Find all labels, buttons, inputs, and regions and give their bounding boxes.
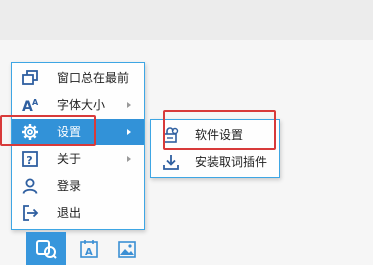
image-icon: [118, 240, 136, 258]
submenu-item-label: 软件设置: [195, 128, 244, 142]
chevron-right-icon: [127, 129, 131, 135]
submenu-item-software-settings[interactable]: 软件设置: [151, 122, 279, 148]
help-icon: ?: [21, 150, 39, 168]
menu-item-always-on-top[interactable]: 窗口总在最前: [12, 65, 144, 91]
menu-item-label: 设置: [57, 125, 82, 139]
menu-item-label: 窗口总在最前: [57, 71, 130, 85]
chevron-right-icon: [127, 156, 131, 162]
menu-item-font-size[interactable]: A A 字体大小: [12, 92, 144, 118]
menu-item-label: 退出: [57, 206, 82, 220]
gear-icon: [21, 123, 39, 141]
window-stack-icon: [21, 69, 39, 87]
context-menu: 窗口总在最前 A A 字体大小 设置 ? 关于 登录 退出: [11, 62, 145, 230]
menu-item-label: 字体大小: [57, 98, 106, 112]
background-strip: [0, 0, 373, 40]
dictionary-button[interactable]: [26, 232, 66, 265]
chevron-right-icon: [127, 102, 131, 108]
menu-item-about[interactable]: ? 关于: [12, 146, 144, 172]
menu-item-label: 关于: [57, 152, 82, 166]
bottom-toolbar: A: [0, 232, 373, 265]
menu-item-exit[interactable]: 退出: [12, 200, 144, 226]
text-icon: A: [80, 239, 98, 258]
settings-submenu: 软件设置 安装取词插件: [150, 119, 280, 178]
text-translate-button[interactable]: A: [69, 232, 109, 265]
menu-item-settings[interactable]: 设置: [12, 119, 144, 145]
submenu-item-label: 安装取词插件: [195, 155, 268, 169]
font-size-icon: A A: [21, 96, 39, 114]
image-translate-button[interactable]: [107, 232, 147, 265]
svg-text:?: ?: [26, 154, 32, 167]
svg-text:A: A: [32, 98, 39, 107]
user-icon: [21, 177, 39, 195]
download-icon: [162, 153, 180, 171]
menu-item-label: 登录: [57, 179, 82, 193]
submenu-item-install-plugin[interactable]: 安装取词插件: [151, 149, 279, 175]
menu-item-login[interactable]: 登录: [12, 173, 144, 199]
exit-icon: [21, 204, 39, 222]
settings-tool-icon: [162, 126, 180, 144]
svg-text:A: A: [85, 247, 93, 258]
dictionary-icon: [36, 239, 57, 259]
